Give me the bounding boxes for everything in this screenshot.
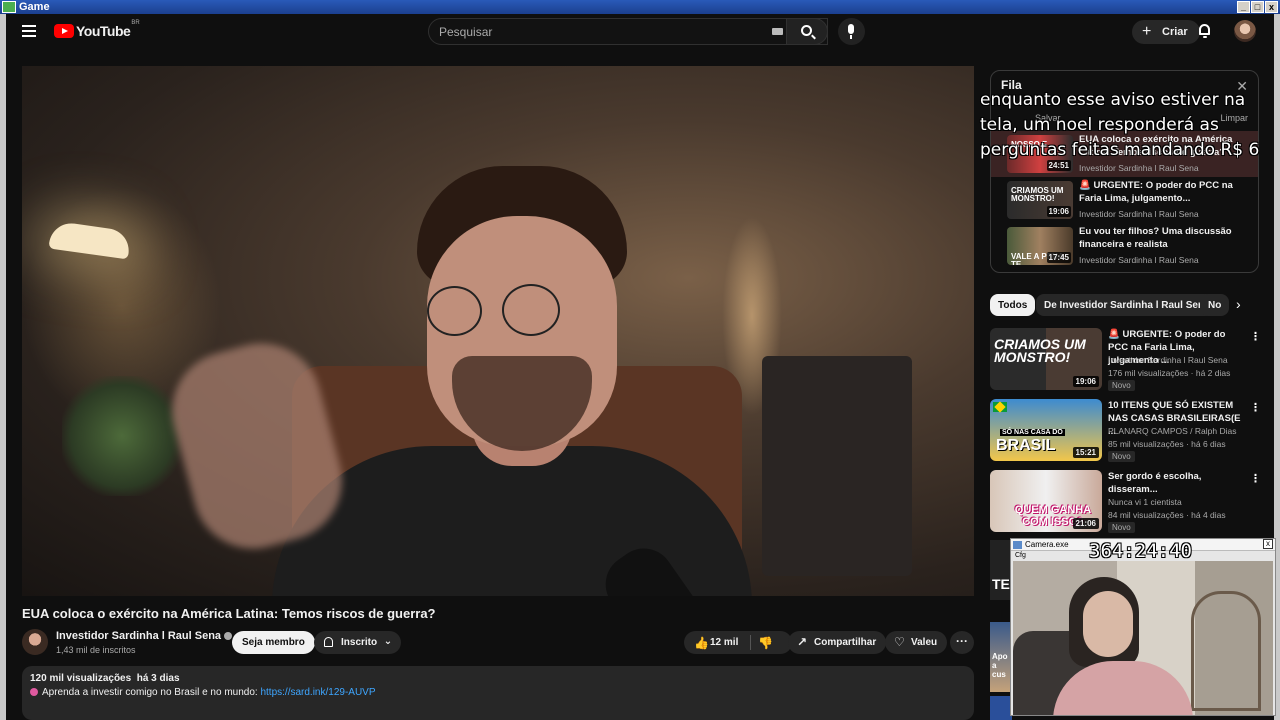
window-titlebar: Game _ □ x (0, 0, 1280, 14)
streamer-face (1083, 591, 1133, 657)
queue-thumbnail: CRIAMOS UM MONSTRO! 19:06 (1007, 181, 1073, 219)
maximize-button[interactable]: □ (1251, 1, 1264, 13)
stream-timer: 364:24:40 (1089, 540, 1192, 562)
queue-item[interactable]: VALE A PENA TE 17:45 Eu vou ter filhos? … (991, 223, 1258, 269)
like-dislike-group: 👍 12 mil 👎 (684, 631, 792, 654)
search-placeholder: Pesquisar (439, 24, 493, 39)
minimize-button[interactable]: _ (1237, 1, 1250, 13)
mic-icon (848, 24, 854, 39)
verified-icon (224, 632, 233, 640)
logo-text: YouTube (76, 23, 131, 39)
description-box[interactable]: 120 mil visualizações há 3 dias Aprenda … (22, 666, 974, 720)
window-border-left (0, 14, 6, 720)
voice-search-button[interactable] (838, 18, 865, 45)
new-badge: Novo (1108, 522, 1135, 533)
new-badge: Novo (1108, 451, 1135, 462)
share-icon: ↗ (797, 635, 808, 649)
chevron-right-icon[interactable]: › (1236, 296, 1241, 312)
menu-icon[interactable] (22, 25, 36, 37)
window-title: Game (19, 1, 50, 13)
like-count[interactable]: 12 mil (710, 637, 738, 648)
chip-all[interactable]: Todos (990, 294, 1036, 316)
filter-chips: Todos De Investidor Sardinha l Raul Sena… (990, 294, 1260, 316)
camera-app-icon (1013, 541, 1022, 549)
youtube-play-icon (54, 24, 74, 38)
chip-new[interactable]: No (1200, 294, 1230, 316)
camera-menu[interactable]: Cfg (1015, 552, 1026, 559)
queue-item[interactable]: CRIAMOS UM MONSTRO! 19:06 🚨 URGENTE: O p… (991, 177, 1258, 223)
recommendation-item[interactable]: SÓ NAS CASA DO BRASIL 15:21 10 ITENS QUE… (990, 399, 1261, 463)
masthead: YouTube BR Pesquisar + Criar (6, 14, 1274, 50)
search-button[interactable] (786, 18, 828, 45)
account-avatar[interactable] (1234, 20, 1256, 42)
subscribed-button[interactable]: Inscrito ⌄ (314, 631, 402, 654)
create-label: Criar (1162, 26, 1188, 38)
search-icon (801, 25, 812, 36)
subscriber-count: 1,43 mil de inscritos (56, 645, 136, 655)
recommendation-item[interactable]: CRIAMOS UM MONSTRO! 19:06 🚨 URGENTE: O p… (990, 328, 1261, 392)
keyboard-icon[interactable] (772, 28, 783, 35)
side-table (1191, 591, 1261, 711)
window-controls: _ □ x (1237, 1, 1278, 13)
video-player[interactable] (22, 66, 974, 596)
notifications-bell-icon[interactable] (1198, 24, 1211, 38)
camera-window[interactable]: Camera.exe x Cfg 364:24:40 (1010, 538, 1276, 716)
dislike-icon[interactable]: 👎 (758, 636, 773, 650)
close-window-button[interactable]: x (1265, 1, 1278, 13)
plant (62, 376, 182, 496)
youtube-logo[interactable]: YouTube BR (54, 20, 140, 39)
webcam-feed (1013, 561, 1273, 715)
create-button[interactable]: + Criar (1132, 20, 1200, 44)
description-meta: 120 mil visualizações há 3 dias (30, 673, 180, 684)
channel-name[interactable]: Investidor Sardinha l Raul Sena (56, 630, 233, 642)
rec-thumbnail: QUEM GANHA COM ISSO? 21:06 (990, 470, 1102, 532)
new-badge: Novo (1108, 380, 1135, 391)
chevron-down-icon: ⌄ (383, 636, 393, 647)
kebab-menu-icon[interactable]: ⋮ (1250, 472, 1261, 485)
recommendation-item[interactable]: QUEM GANHA COM ISSO? 21:06 Ser gordo é e… (990, 470, 1261, 534)
country-code: BR (131, 20, 140, 26)
thanks-icon: ♡ (894, 635, 905, 649)
thanks-button[interactable]: ♡ Valeu (885, 631, 948, 654)
stream-overlay-text: enquanto esse aviso estiver na tela, um … (980, 90, 1260, 160)
recommendation-thumbnail-partial[interactable]: TE (990, 540, 1012, 600)
plus-icon: + (1142, 23, 1152, 40)
app-icon (2, 1, 16, 13)
bell-icon (324, 637, 333, 647)
shelf (762, 356, 912, 576)
rec-thumbnail: CRIAMOS UM MONSTRO! 19:06 (990, 328, 1102, 390)
like-icon[interactable]: 👍 (694, 636, 709, 650)
more-actions-button[interactable]: ··· (950, 631, 974, 654)
search-input[interactable]: Pesquisar (428, 18, 828, 45)
recommendation-thumbnail-partial[interactable]: Apo a cus (990, 622, 1012, 692)
queue-thumbnail: VALE A PENA TE 17:45 (1007, 227, 1073, 265)
description-link[interactable]: https://sard.ink/129-AUVP (260, 687, 375, 698)
share-button[interactable]: ↗ Compartilhar (788, 631, 887, 654)
kebab-menu-icon[interactable]: ⋮ (1250, 401, 1261, 414)
description-line: Aprenda a investir comigo no Brasil e no… (30, 687, 376, 698)
brazil-flag-icon (993, 402, 1007, 412)
channel-avatar[interactable] (22, 629, 48, 655)
rec-thumbnail: SÓ NAS CASA DO BRASIL 15:21 (990, 399, 1102, 461)
kebab-menu-icon[interactable]: ⋮ (1250, 330, 1261, 343)
video-title: EUA coloca o exército na América Latina:… (22, 606, 436, 621)
recommendation-thumbnail-partial[interactable] (990, 696, 1012, 720)
camera-close-button[interactable]: x (1263, 539, 1273, 549)
chip-from-channel[interactable]: De Investidor Sardinha l Raul Sena (1036, 294, 1218, 316)
glasses (427, 286, 482, 336)
pink-heart-icon (30, 688, 38, 696)
join-button[interactable]: Seja membro (232, 631, 315, 654)
